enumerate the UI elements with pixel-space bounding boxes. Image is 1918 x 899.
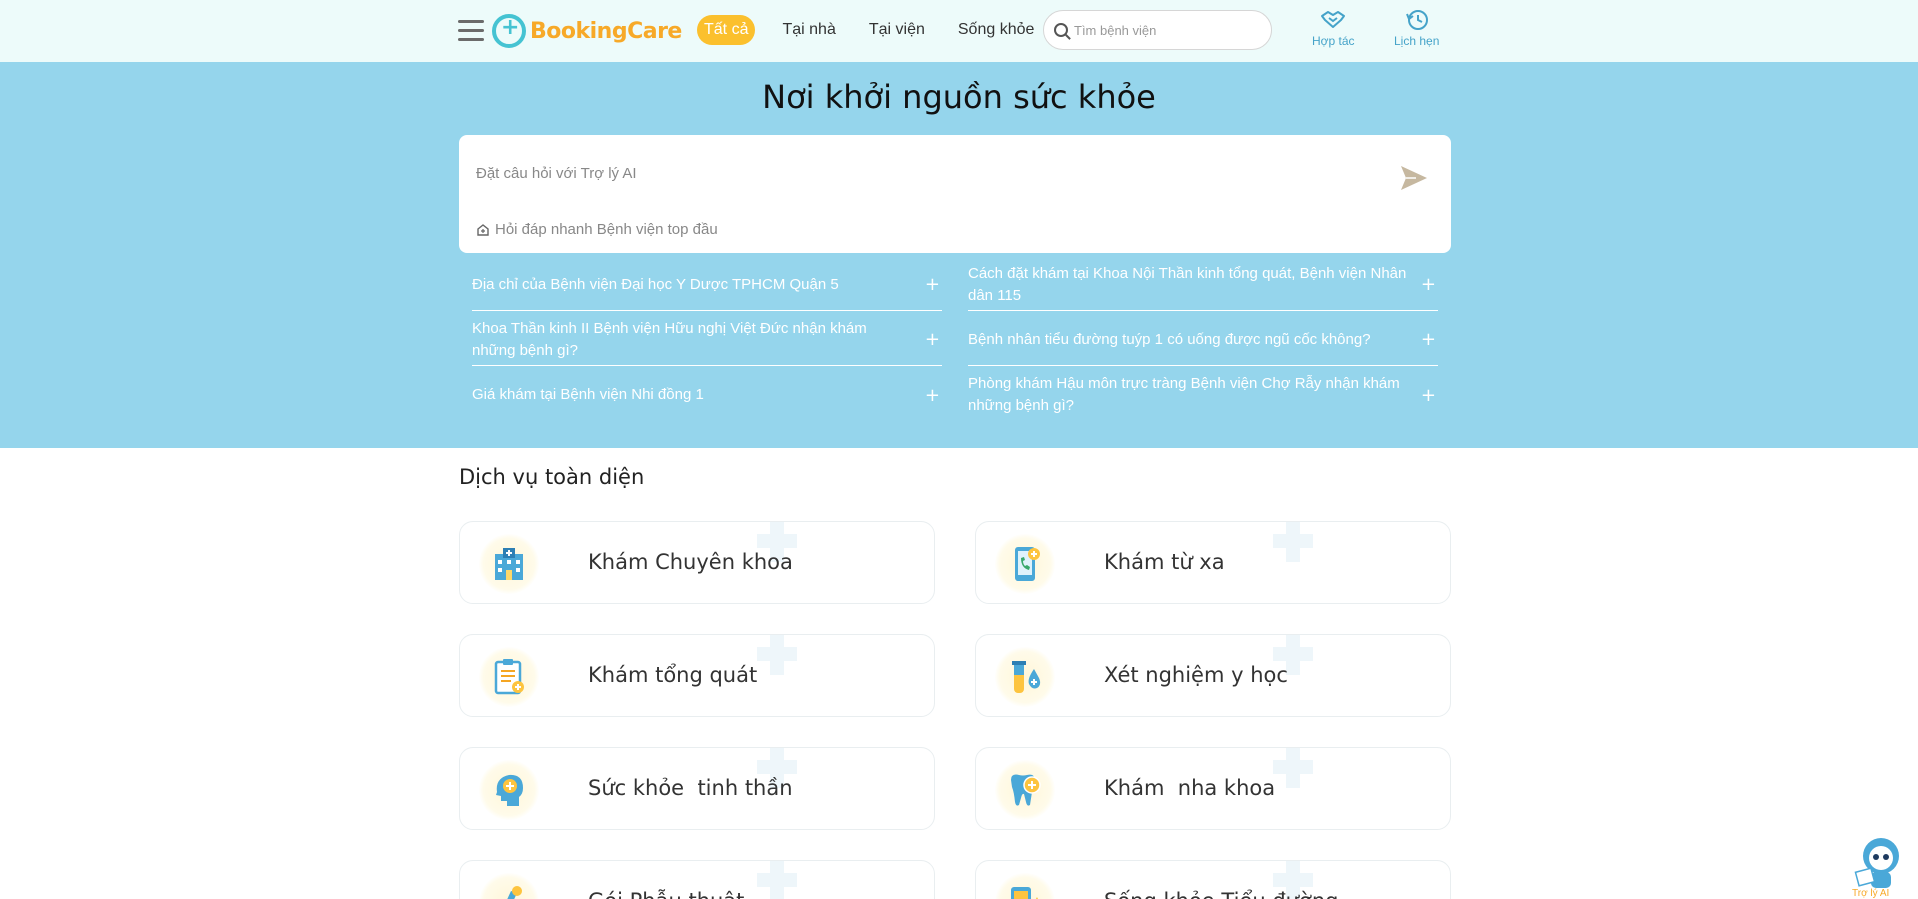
service-label: Khám nha khoa — [1104, 776, 1276, 800]
ai-question-box: Hỏi đáp nhanh Bệnh viện top đầu — [459, 135, 1451, 253]
plus-icon: + — [1420, 384, 1436, 406]
service-card-lab-test[interactable]: Xét nghiệm y học — [975, 634, 1451, 717]
service-label: Khám Chuyên khoa — [588, 550, 793, 574]
service-card-diabetes[interactable]: Sống khỏe Tiểu đường — [975, 860, 1451, 899]
service-label: Khám tổng quát — [588, 663, 758, 687]
quick-qa-label: Hỏi đáp nhanh Bệnh viện top đầu — [495, 221, 718, 238]
tooth-icon — [995, 760, 1055, 820]
faq-item[interactable]: Phòng khám Hậu môn trực tràng Bệnh viện … — [968, 369, 1438, 421]
service-card-specialist[interactable]: Khám Chuyên khoa — [459, 521, 935, 604]
plus-icon: + — [924, 329, 940, 350]
service-label: Sức khỏe tinh thần — [588, 776, 793, 800]
appointments-label: Lịch hẹn — [1394, 34, 1440, 48]
top-nav: Tất cả Tại nhà Tại viện Sống khỏe — [697, 14, 1061, 46]
faq-question: Phòng khám Hậu môn trực tràng Bệnh viện … — [968, 375, 1400, 414]
test-tube-icon — [995, 647, 1055, 707]
plus-icon: + — [1420, 274, 1436, 295]
faq-item[interactable]: Khoa Thần kinh II Bệnh viện Hữu nghị Việ… — [472, 314, 942, 366]
nav-tab-at-hospital[interactable]: Tại viện — [863, 15, 931, 45]
faq-item[interactable]: Địa chỉ của Bệnh viện Đại học Y Dược TPH… — [472, 259, 942, 311]
handshake-icon — [1321, 11, 1346, 28]
hero-title: Nơi khởi nguồn sức khỏe — [762, 78, 1156, 116]
plus-icon: + — [1420, 329, 1436, 350]
service-card-mental-health[interactable]: Sức khỏe tinh thần — [459, 747, 935, 830]
logo-text: BookingCare — [530, 18, 682, 44]
nav-tab-healthy-living[interactable]: Sống khỏe — [952, 15, 1041, 45]
history-icon — [1405, 10, 1428, 30]
quick-qa-link[interactable]: Hỏi đáp nhanh Bệnh viện top đầu — [477, 221, 718, 238]
service-card-surgery[interactable]: Gói Phẫu thuật — [459, 860, 935, 899]
service-label: Sống khỏe Tiểu đường — [1104, 889, 1338, 899]
menu-icon[interactable] — [458, 20, 484, 42]
faq-question: Địa chỉ của Bệnh viện Đại học Y Dược TPH… — [472, 275, 839, 293]
hospital-building-icon — [477, 223, 489, 236]
plus-icon: + — [924, 274, 940, 295]
phone-call-icon — [995, 534, 1055, 594]
ai-assistant-label: Trợ lý AI — [1852, 888, 1890, 899]
service-card-dental[interactable]: Khám nha khoa — [975, 747, 1451, 830]
service-card-telemedicine[interactable]: Khám từ xa — [975, 521, 1451, 604]
logo[interactable]: BookingCare — [492, 13, 682, 49]
logo-mark-icon — [492, 14, 526, 48]
faq-item[interactable]: Giá khám tại Bệnh viện Nhi đồng 1 + — [472, 369, 942, 421]
clipboard-icon — [479, 647, 539, 707]
faq-question: Cách đặt khám tại Khoa Nội Thần kinh tổn… — [968, 264, 1407, 304]
hospital-icon — [479, 534, 539, 594]
send-icon[interactable] — [1399, 163, 1429, 193]
service-card-general[interactable]: Khám tổng quát — [459, 634, 935, 717]
nav-tab-all[interactable]: Tất cả — [697, 15, 756, 45]
faq-question: Bệnh nhân tiểu đường tuýp 1 có uống được… — [968, 330, 1371, 348]
surgery-icon — [479, 873, 539, 899]
faq-question: Khoa Thần kinh II Bệnh viện Hữu nghị Việ… — [472, 319, 867, 359]
services-title: Dịch vụ toàn diện — [459, 465, 645, 489]
faq-item[interactable]: Cách đặt khám tại Khoa Nội Thần kinh tổn… — [968, 259, 1438, 311]
nav-tab-at-home[interactable]: Tại nhà — [776, 15, 841, 45]
faq-item[interactable]: Bệnh nhân tiểu đường tuýp 1 có uống được… — [968, 314, 1438, 366]
service-label: Gói Phẫu thuật — [588, 889, 744, 899]
ai-question-input[interactable] — [476, 165, 1376, 182]
service-label: Khám từ xa — [1104, 550, 1225, 574]
ai-assistant-mascot-icon[interactable] — [1853, 834, 1905, 894]
hospital-search[interactable] — [1043, 10, 1272, 50]
appointments-button[interactable]: Lịch hẹn — [1394, 8, 1439, 48]
search-icon — [1054, 23, 1068, 37]
hero-section: Nơi khởi nguồn sức khỏe Hỏi đáp nhanh Bệ… — [0, 62, 1918, 448]
faq-question: Giá khám tại Bệnh viện Nhi đồng 1 — [472, 386, 704, 403]
diabetes-icon — [995, 873, 1055, 899]
partnership-label: Hợp tác — [1312, 34, 1355, 48]
service-label: Xét nghiệm y học — [1104, 663, 1288, 687]
mental-health-icon — [479, 760, 539, 820]
partnership-button[interactable]: Hợp tác — [1312, 8, 1355, 48]
plus-icon: + — [924, 384, 940, 406]
search-input[interactable] — [1074, 22, 1254, 38]
top-header: BookingCare Tất cả Tại nhà Tại viện Sống… — [0, 0, 1918, 62]
